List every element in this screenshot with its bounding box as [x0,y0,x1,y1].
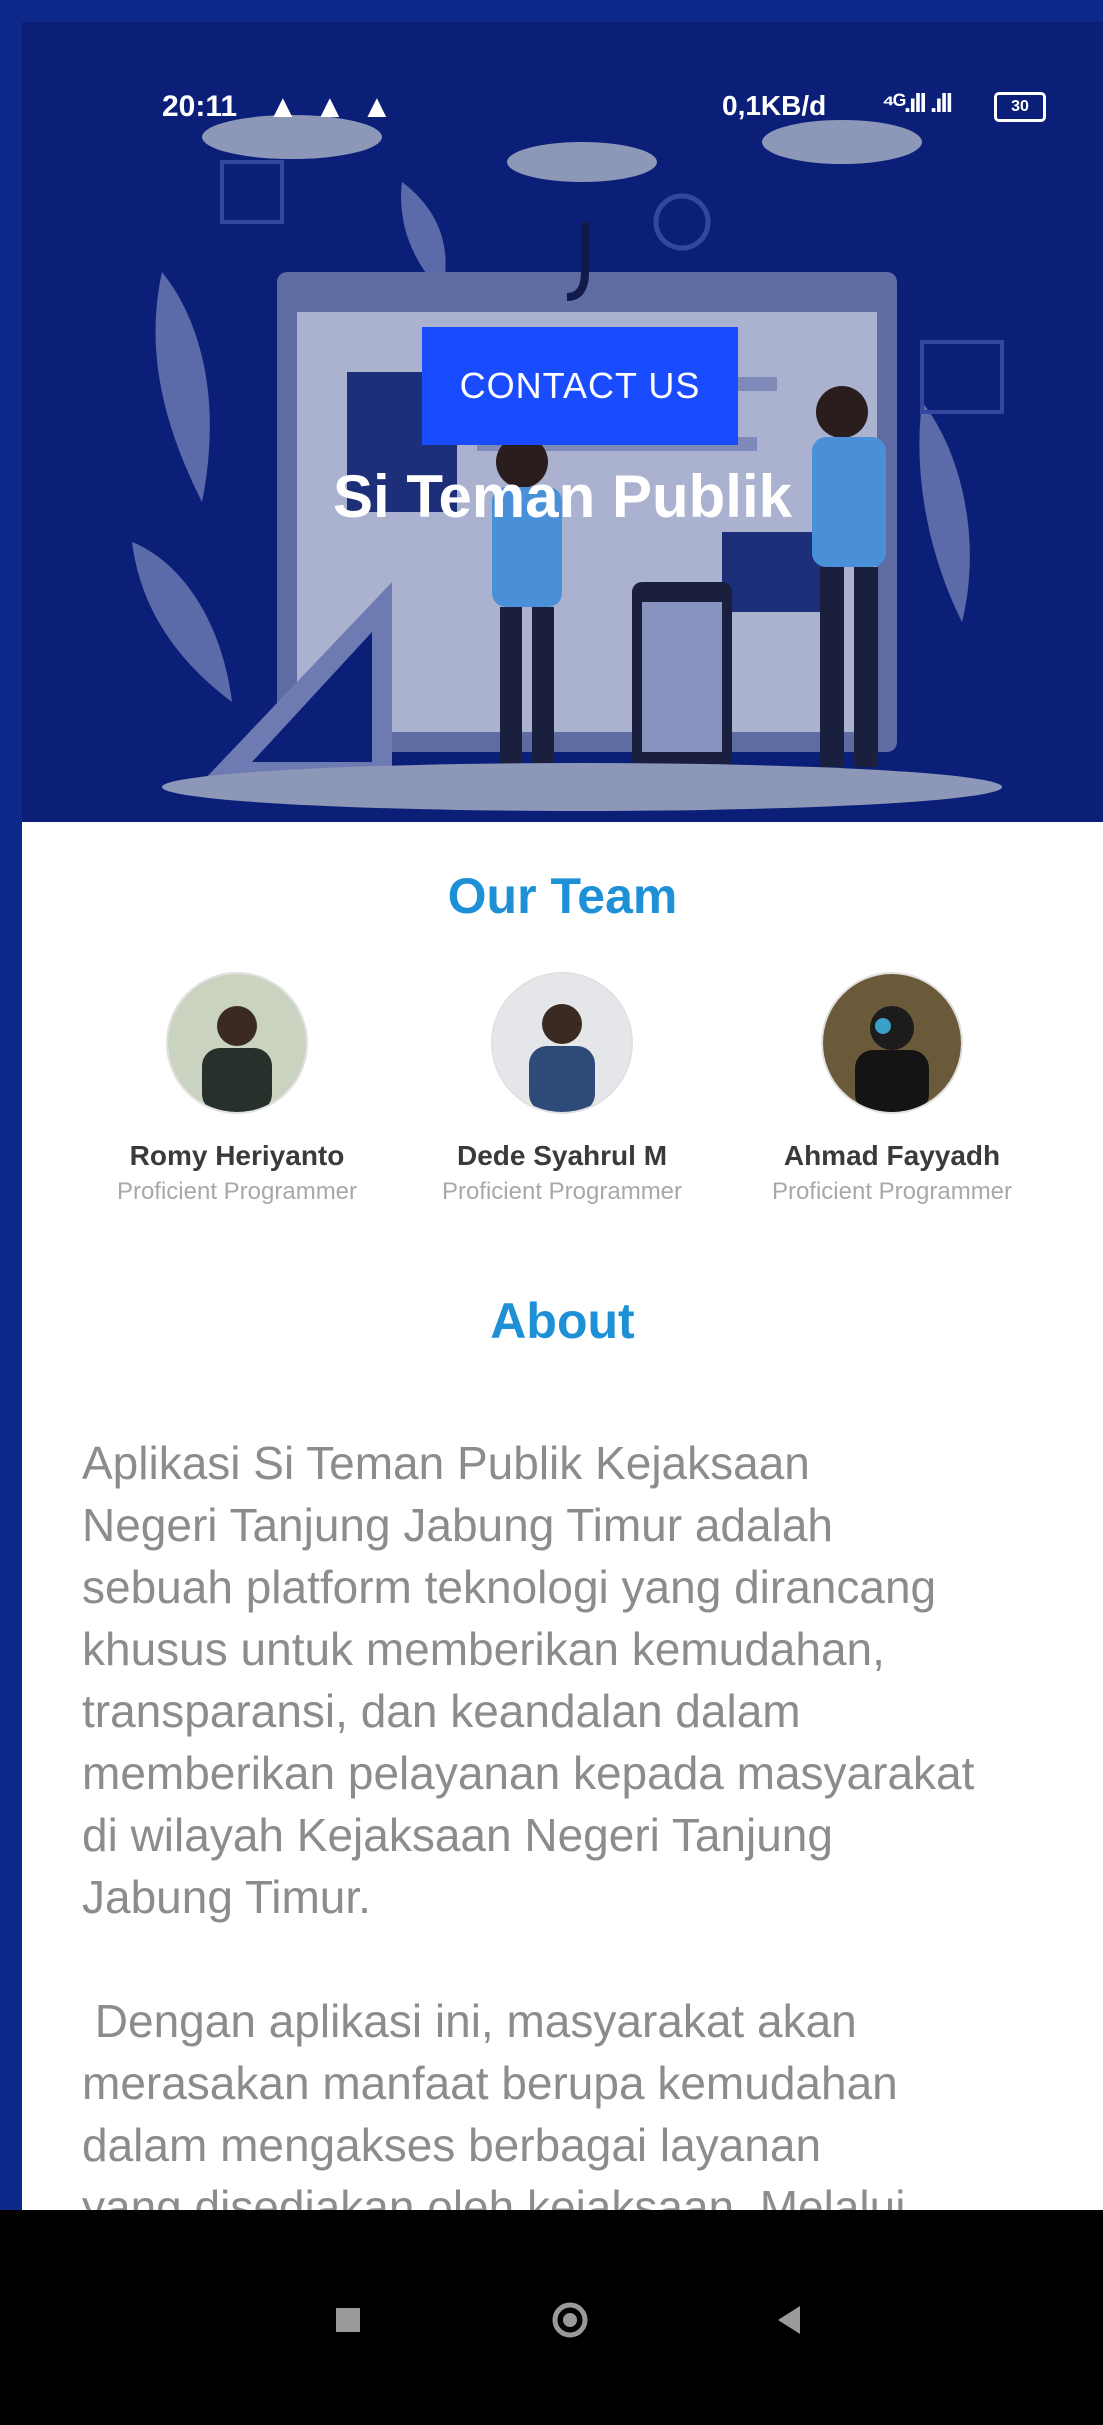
member-name: Romy Heriyanto [129,1140,345,1171]
home-button[interactable] [540,2290,600,2350]
member-role: Proficient Programmer [771,1178,1013,1205]
member-name: Ahmad Fayyadh [783,1140,1001,1171]
app-title: Si Teman Publik [333,463,792,530]
member-role: Proficient Programmer [116,1178,358,1205]
network-speed: 0,1KB/d [722,90,827,121]
member-name: Dede Syahrul M [456,1140,668,1171]
battery-icon: 30 [994,92,1046,122]
team-member: Dede Syahrul M Proficient Programmer [392,972,732,1206]
navigation-bar [0,2210,1103,2425]
team-heading: Our Team [447,868,678,924]
back-button[interactable] [760,2290,820,2350]
triangle-back-icon [778,2306,800,2334]
contact-us-button[interactable]: CONTACT US [422,327,738,445]
member-role: Proficient Programmer [441,1178,683,1205]
avatar [166,972,308,1114]
person-photo-icon [168,974,306,1112]
hero-banner: 20:11 ▲ ▲ ▲ 0,1KB/d ⁴ᴳ.ıll .ıll 30 CONTA… [22,22,1103,822]
signal-icon: ⁴ᴳ.ıll .ıll [882,88,953,118]
warning-icon: ▲ [267,88,299,124]
warning-icon: ▲ [314,88,346,124]
team-member: Ahmad Fayyadh Proficient Programmer [722,972,1062,1206]
status-time: 20:11 [162,90,238,123]
circle-icon [552,2302,588,2338]
main-content[interactable]: Our Team Romy Heriyanto Proficient Progr… [22,822,1103,2210]
team-list: Romy Heriyanto Proficient Programmer Ded… [22,972,1103,1205]
avatar [821,972,963,1114]
recent-apps-button[interactable] [318,2290,378,2350]
about-heading: About [490,1293,635,1349]
square-icon [336,2308,360,2332]
person-photo-icon [493,974,631,1112]
status-bar: 20:11 ▲ ▲ ▲ 0,1KB/d ⁴ᴳ.ıll .ıll 30 [22,22,1103,162]
person-photo-icon [823,974,961,1112]
warning-icon: ▲ [361,88,393,124]
team-member: Romy Heriyanto Proficient Programmer [67,972,407,1206]
avatar [491,972,633,1114]
about-text: Aplikasi Si Teman Publik Kejaksaan Neger… [82,1437,975,2210]
app-screen: 20:11 ▲ ▲ ▲ 0,1KB/d ⁴ᴳ.ıll .ıll 30 CONTA… [0,0,1103,2425]
